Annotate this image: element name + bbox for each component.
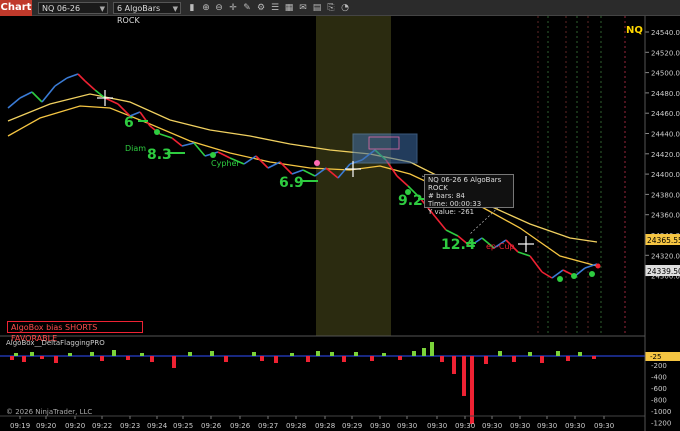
indicator-value: -25 bbox=[650, 353, 661, 361]
signal-label: 6 bbox=[124, 115, 134, 131]
price-tick: 24440.00 bbox=[651, 131, 680, 139]
tooltip-title: NQ 06-26 6 AlgoBars ROCK bbox=[428, 176, 502, 192]
zoom-in-icon[interactable]: ⊕ bbox=[200, 2, 212, 14]
tooltip-row-bars: # bars: 84 bbox=[428, 192, 510, 200]
price-tick: 24540.00 bbox=[651, 29, 680, 37]
time-tick: 09:20 bbox=[36, 422, 56, 430]
signal-label: Cypher bbox=[211, 159, 240, 168]
tooltip-value: 84 bbox=[455, 192, 465, 200]
indicator-tick: -600 bbox=[651, 385, 667, 393]
current-price: 24365.55 bbox=[647, 236, 680, 245]
price-tick: 24320.00 bbox=[651, 252, 680, 260]
time-tick: 09:30 bbox=[427, 422, 447, 430]
price-tick: 24520.00 bbox=[651, 49, 680, 57]
signal-label: 9.2 bbox=[398, 193, 423, 209]
time-tick: 09:30 bbox=[455, 422, 475, 430]
price-tick: 24420.00 bbox=[651, 151, 680, 159]
drawing-icon[interactable]: ✎ bbox=[241, 2, 253, 14]
indicator-tick: -800 bbox=[651, 397, 667, 405]
zoom-out-icon[interactable]: ⊖ bbox=[213, 2, 225, 14]
time-tick: 09:30 bbox=[397, 422, 417, 430]
time-tick: 09:20 bbox=[65, 422, 85, 430]
time-tick: 09:24 bbox=[147, 422, 168, 430]
chevron-down-icon: ▼ bbox=[172, 5, 178, 13]
time-tick: 09:29 bbox=[342, 422, 362, 430]
price-tick: 24460.00 bbox=[651, 110, 680, 118]
tooltip-key: Y value: bbox=[428, 208, 456, 216]
time-tick: 09:23 bbox=[120, 422, 140, 430]
tooltip-value: -261 bbox=[458, 208, 475, 216]
tooltip-value: 00:00:33 bbox=[449, 200, 482, 208]
indicator-tick: -200 bbox=[651, 362, 667, 370]
indicator-axis: -200 -400 -600 -800 -1000 -1200 bbox=[651, 362, 671, 428]
indicator-name: AlgoBox__DeltaFlaggingPRO bbox=[6, 339, 105, 347]
chart-tab[interactable]: Chart bbox=[0, 0, 32, 16]
indicator-tick: -1000 bbox=[651, 408, 671, 416]
last-price: 24339.50 bbox=[647, 267, 680, 276]
time-tick: 09:30 bbox=[537, 422, 557, 430]
time-tick: 09:22 bbox=[92, 422, 112, 430]
moving-average-slow bbox=[7, 93, 598, 243]
measure-tooltip: NQ 06-26 6 AlgoBars ROCK # bars: 84 Time… bbox=[424, 174, 514, 216]
attach-icon[interactable]: ⎘ bbox=[325, 2, 337, 14]
delta-histogram bbox=[10, 342, 596, 424]
indicator-tick: -400 bbox=[651, 374, 667, 382]
alerts-icon[interactable]: ✉ bbox=[297, 2, 309, 14]
crosshair-icon[interactable]: ✛ bbox=[227, 2, 239, 14]
chart-toolbar: Chart NQ 06-26 ▼ 6 AlgoBars ROCK ▼ ▮ ⊕ ⊖ ✛… bbox=[0, 0, 680, 25]
price-tick: 24500.00 bbox=[651, 70, 680, 78]
time-tick: 09:30 bbox=[565, 422, 585, 430]
data-icon[interactable]: ▤ bbox=[311, 2, 323, 14]
instrument-selector[interactable]: NQ 06-26 ▼ bbox=[38, 2, 108, 14]
bias-banner: AlgoBox bias SHORTS FAVORABLE bbox=[7, 321, 143, 343]
time-axis: 09:19 09:20 09:20 09:22 09:23 09:24 09:25 09:26… bbox=[10, 416, 614, 430]
tooltip-key: Time: bbox=[428, 200, 448, 208]
price-tick: 24480.00 bbox=[651, 90, 680, 98]
time-markers bbox=[537, 16, 626, 336]
tooltip-row-time: Time: 00:00:33 bbox=[428, 200, 510, 208]
time-tick: 09:19 bbox=[10, 422, 30, 430]
bar-type-selector[interactable]: 6 AlgoBars ROCK ▼ bbox=[113, 2, 181, 25]
signal-label: 8.3 bbox=[147, 147, 172, 163]
price-tick: 24400.00 bbox=[651, 171, 680, 179]
entry-crosshairs bbox=[97, 90, 534, 252]
zone-box bbox=[352, 133, 418, 164]
time-tick: 09:26 bbox=[230, 422, 251, 430]
strategy-icon[interactable]: ⚙ bbox=[255, 2, 267, 14]
price-chart[interactable]: 24540.00 24520.00 24500.00 24480.00 24460.00… bbox=[0, 16, 680, 431]
instrument-value: NQ 06-26 bbox=[42, 4, 81, 13]
indicator-tick: -1200 bbox=[651, 420, 671, 428]
time-tick: 09:25 bbox=[173, 422, 193, 430]
time-tick: 09:28 bbox=[315, 422, 335, 430]
time-tick: 09:30 bbox=[510, 422, 530, 430]
time-tick: 09:30 bbox=[594, 422, 614, 430]
copyright: © 2026 NinjaTrader, LLC bbox=[6, 408, 93, 416]
time-tick: 09:27 bbox=[258, 422, 278, 430]
symbol-label: NQ bbox=[626, 25, 643, 36]
signal-label: 6.9 bbox=[279, 175, 304, 191]
properties-icon[interactable]: ☰ bbox=[269, 2, 281, 14]
time-tick: 09:30 bbox=[482, 422, 502, 430]
tooltip-key: # bars: bbox=[428, 192, 454, 200]
bars-icon[interactable]: ▮ bbox=[186, 2, 198, 14]
settings-icon[interactable]: ◔ bbox=[339, 2, 351, 14]
signal-label: Diam bbox=[125, 144, 146, 153]
tooltip-row-y: Y value: -261 bbox=[428, 208, 510, 216]
signal-label: ep-Cup bbox=[486, 242, 515, 251]
layout-icon[interactable]: ▦ bbox=[283, 2, 295, 14]
time-tick: 09:28 bbox=[286, 422, 306, 430]
signal-label: 12.4 bbox=[441, 237, 476, 253]
price-tick: 24360.00 bbox=[651, 212, 680, 220]
time-tick: 09:30 bbox=[370, 422, 390, 430]
time-tick: 09:26 bbox=[201, 422, 222, 430]
price-tick: 24380.00 bbox=[651, 191, 680, 199]
chevron-down-icon: ▼ bbox=[99, 5, 105, 13]
